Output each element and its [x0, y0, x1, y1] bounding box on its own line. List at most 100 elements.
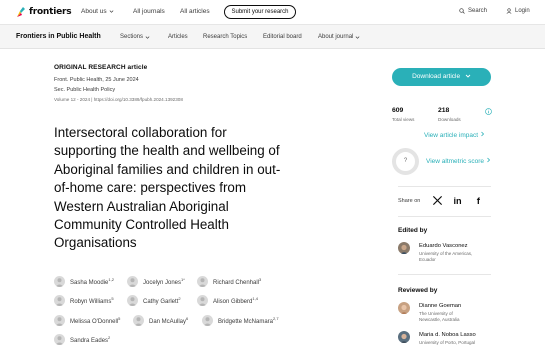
author-avatar-icon — [54, 276, 65, 287]
altmetric-label: View altmetric score — [426, 158, 485, 165]
author-avatar-icon — [202, 315, 213, 326]
nav-about-us[interactable]: About us — [81, 8, 114, 15]
author-avatar-icon — [133, 315, 144, 326]
author-item[interactable]: Bridgette McNamara2,7 — [202, 315, 279, 326]
submit-research-button[interactable]: Submit your research — [224, 5, 296, 19]
author-avatar-icon — [197, 295, 208, 306]
top-navigation-bar: frontiers About us All journals All arti… — [0, 0, 545, 25]
affiliation-line: Newcastle, Australia — [419, 317, 460, 322]
login-label: Login — [515, 8, 530, 14]
nav-all-articles[interactable]: All articles — [180, 8, 210, 15]
author-affiliation-marker: 3 — [259, 277, 262, 282]
author-item[interactable]: Sasha Moodie1,2 — [54, 276, 114, 287]
title-line: Organisations — [54, 235, 137, 251]
title-line: Western Australian Aboriginal — [54, 198, 229, 214]
article-title: Intersectoral collaboration for supporti… — [54, 124, 304, 253]
chevron-right-icon — [481, 131, 484, 137]
title-line: Community Controlled Health — [54, 217, 229, 233]
x-twitter-icon[interactable] — [432, 195, 443, 206]
author-avatar-icon — [54, 295, 65, 306]
altmetric-badge[interactable]: ? — [392, 148, 419, 175]
facebook-icon[interactable]: f — [474, 195, 485, 206]
linkedin-icon[interactable]: in — [453, 195, 464, 206]
title-line: Intersectoral collaboration for — [54, 125, 227, 140]
author-avatar-icon — [127, 276, 138, 287]
search-button[interactable]: Search — [459, 8, 487, 14]
author-item[interactable]: Sandra Eades2 — [54, 334, 110, 345]
author-item[interactable]: Dan McAullay6 — [133, 315, 188, 326]
author-affiliation-marker: 1* — [181, 277, 185, 282]
total-views-count: 609 — [392, 107, 404, 114]
journal-nav-label: Articles — [168, 34, 188, 40]
author-avatar-icon — [54, 315, 65, 326]
journal-nav-label: Editorial board — [263, 34, 302, 40]
search-label: Search — [468, 8, 488, 14]
author-item[interactable]: Melissa O'Donnell5 — [54, 315, 120, 326]
author-affiliation-marker: 2,7 — [273, 316, 279, 321]
person-photo-icon — [400, 244, 408, 254]
author-item[interactable]: Richard Chenhall3 — [197, 276, 261, 287]
author-avatar-icon — [127, 295, 138, 306]
nav-all-journals[interactable]: All journals — [133, 8, 165, 15]
total-views-label: Total views — [392, 117, 415, 122]
chevron-down-icon — [145, 35, 150, 39]
author-affiliation-marker: 2 — [108, 335, 111, 340]
downloads-label: Downloads — [438, 117, 461, 122]
view-altmetric-score-link[interactable]: View altmetric score — [426, 157, 491, 165]
author-affiliation-marker: 5 — [118, 316, 121, 321]
author-item[interactable]: Robyn Williams5 — [54, 295, 114, 306]
divider — [398, 216, 491, 217]
affiliation-line: University of Porto, Portugal — [419, 340, 476, 345]
svg-text:f: f — [477, 196, 481, 206]
chevron-down-icon — [465, 74, 471, 78]
reviewer-affiliation: University of Porto, Portugal — [419, 340, 499, 346]
journal-navigation-bar: Frontiers in Public Health Sections Arti… — [0, 25, 545, 49]
author-item[interactable]: Jocelyn Jones1* — [127, 276, 185, 287]
journal-nav-label: About journal — [318, 34, 354, 40]
journal-nav-editorial-board[interactable]: Editorial board — [263, 34, 302, 40]
download-article-button[interactable]: Download article — [392, 68, 491, 86]
author-item[interactable]: Alison Gibberd1,4 — [197, 295, 258, 306]
frontiers-logo[interactable]: frontiers — [16, 6, 72, 18]
author-name: Alison Gibberd — [213, 299, 253, 305]
journal-nav-sections[interactable]: Sections — [120, 34, 150, 40]
logo-text: frontiers — [29, 7, 72, 17]
downloads-count: 218 — [438, 107, 450, 114]
nav-all-journals-label: All journals — [133, 8, 165, 15]
edited-by-heading: Edited by — [398, 227, 428, 234]
volume-doi[interactable]: Volume 12 - 2024 | https://doi.org/10.33… — [54, 97, 183, 102]
impact-label: View article impact — [424, 132, 479, 139]
login-button[interactable]: Login — [506, 8, 530, 14]
author-name: Jocelyn Jones — [143, 280, 182, 286]
reviewer-affiliation: The University of Newcastle, Australia — [419, 311, 499, 323]
journal-nav-articles[interactable]: Articles — [168, 34, 188, 40]
nav-about-us-label: About us — [81, 8, 107, 15]
author-affiliation-marker: 2 — [178, 296, 181, 301]
reviewer-name[interactable]: Dianne Goeman — [419, 303, 461, 309]
search-icon — [459, 8, 465, 14]
journal-name[interactable]: Frontiers in Public Health — [16, 33, 101, 40]
author-name: Melissa O'Donnell — [70, 319, 119, 325]
author-avatar-icon — [197, 276, 208, 287]
view-article-impact-link[interactable]: View article impact — [424, 131, 485, 139]
author-name: Dan McAullay — [149, 319, 187, 325]
journal-nav-research-topics[interactable]: Research Topics — [203, 34, 247, 40]
author-affiliation-marker: 6 — [186, 316, 189, 321]
author-name: Sandra Eades — [70, 338, 109, 344]
info-icon[interactable] — [485, 108, 492, 115]
author-name: Sasha Moodie — [70, 280, 109, 286]
editor-affiliation: University of the Americas, Ecuador — [419, 251, 499, 263]
person-photo-icon — [400, 304, 408, 314]
journal-nav-about-journal[interactable]: About journal — [318, 34, 360, 40]
author-name: Bridgette McNamara — [218, 319, 274, 325]
reviewer-avatar[interactable] — [398, 302, 410, 314]
reviewer-name[interactable]: Maria d. Noboa Lasso — [419, 332, 476, 338]
divider — [398, 274, 491, 275]
author-name: Richard Chenhall — [213, 280, 260, 286]
article-section[interactable]: Sec. Public Health Policy — [54, 87, 115, 93]
editor-name[interactable]: Eduardo Vasconez — [419, 243, 468, 249]
author-item[interactable]: Cathy Garlett2 — [127, 295, 181, 306]
journal-nav-label: Sections — [120, 34, 144, 40]
reviewer-avatar[interactable] — [398, 331, 410, 343]
editor-avatar[interactable] — [398, 242, 410, 254]
